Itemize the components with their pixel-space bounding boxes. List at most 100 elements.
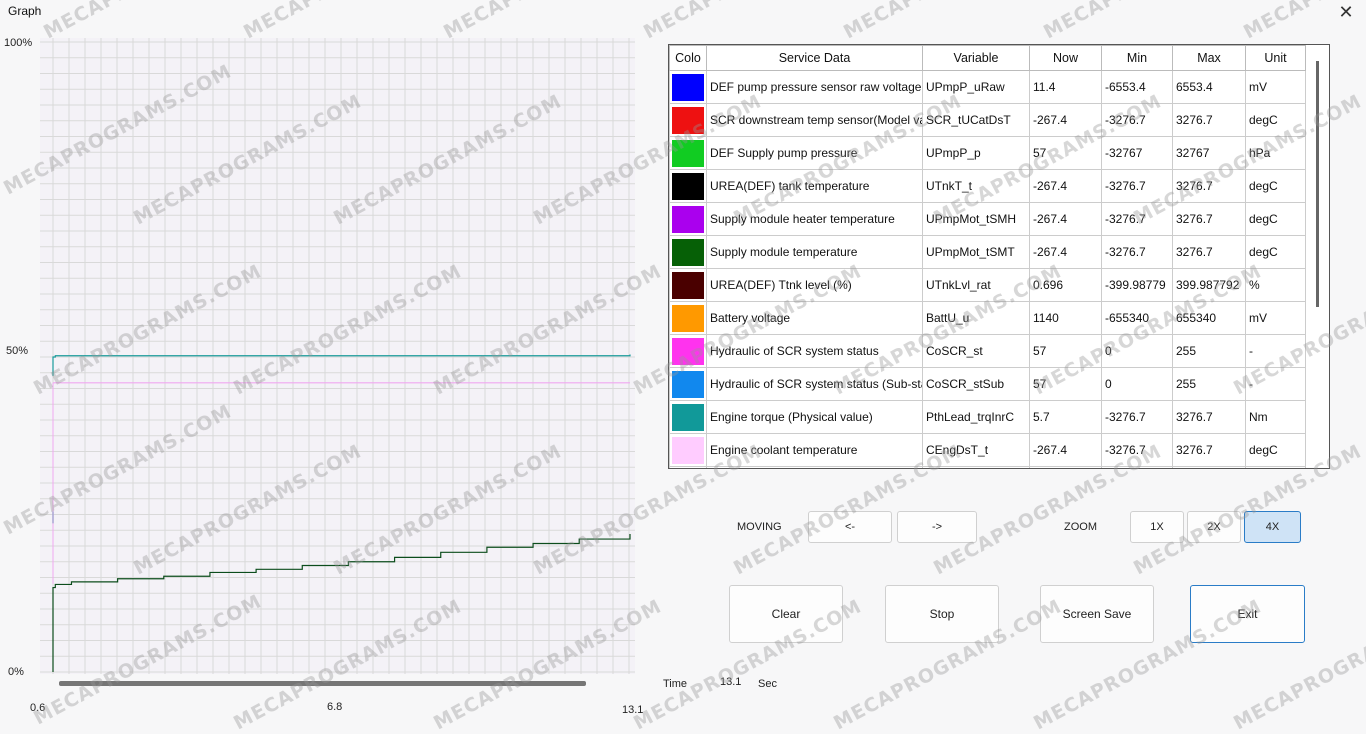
unit-cell: hPa xyxy=(1245,136,1306,170)
series-color-swatch[interactable] xyxy=(672,271,704,299)
max-cell: 3276.7 xyxy=(1172,400,1246,434)
unit-cell: degC xyxy=(1245,433,1306,467)
clear-button[interactable]: Clear xyxy=(729,585,843,643)
color-swatch-cell xyxy=(669,169,707,203)
series-color-swatch[interactable] xyxy=(672,370,704,398)
col-header-service-data[interactable]: Service Data xyxy=(706,45,923,71)
service-data-cell: DEF pump pressure sensor raw voltage xyxy=(706,70,923,104)
min-cell: -399.98779 xyxy=(1101,268,1173,302)
min-cell: -32767 xyxy=(1101,136,1173,170)
max-cell: 3276.7 xyxy=(1172,169,1246,203)
graph-plot-area xyxy=(40,38,635,674)
series-color-swatch[interactable] xyxy=(672,172,704,200)
color-swatch-cell xyxy=(669,70,707,104)
max-cell: 255 xyxy=(1172,334,1246,368)
exit-button[interactable]: Exit xyxy=(1190,585,1305,643)
min-cell: 0 xyxy=(1101,334,1173,368)
table-row[interactable]: DEF pump pressure sensor raw voltage UPmp… xyxy=(669,70,1306,104)
stop-button[interactable]: Stop xyxy=(885,585,999,643)
min-cell: 0 xyxy=(1101,367,1173,401)
unit-cell: % xyxy=(1245,268,1306,302)
table-row[interactable]: Engine torque (Physical value) PthLead_tr… xyxy=(669,400,1306,434)
max-cell: 399.987792 xyxy=(1172,268,1246,302)
series-color-swatch[interactable] xyxy=(672,73,704,101)
zoom-label: ZOOM xyxy=(1064,521,1097,533)
table-row[interactable]: Engine coolant temperature CEngDsT_t -267.… xyxy=(669,433,1306,467)
table-row[interactable]: UREA(DEF) tank temperature UTnkT_t -267.4-… xyxy=(669,169,1306,203)
graph-horizontal-scrollbar[interactable] xyxy=(59,681,586,686)
service-data-cell: Engine torque (Physical value) xyxy=(706,400,923,434)
series-color-swatch[interactable] xyxy=(672,403,704,431)
move-left-button[interactable]: <- xyxy=(808,511,892,543)
service-data-cell: UREA(DEF) tank temperature xyxy=(706,169,923,203)
x-tick-label: 6.8 xyxy=(327,701,343,713)
zoom-2x-button[interactable]: 2X xyxy=(1187,511,1241,543)
min-cell: -3276.7 xyxy=(1101,400,1173,434)
series-color-swatch[interactable] xyxy=(672,337,704,365)
color-swatch-cell xyxy=(669,466,707,468)
variable-cell: BattU_u xyxy=(922,301,1030,335)
series-color-swatch[interactable] xyxy=(672,304,704,332)
min-cell: -655340 xyxy=(1101,301,1173,335)
service-data-cell: DEF Supply pump pressure xyxy=(706,136,923,170)
series-color-swatch[interactable] xyxy=(672,139,704,167)
service-data-cell: Supply module heater temperature xyxy=(706,202,923,236)
unit-cell: mV xyxy=(1245,70,1306,104)
table-row[interactable]: Hydraulic of SCR system status CoSCR_st 57… xyxy=(669,334,1306,368)
max-cell: 3276.7 xyxy=(1172,235,1246,269)
y-tick-label: 100% xyxy=(4,37,33,49)
service-data-cell: UREA(DEF) Ttnk level (%) xyxy=(706,268,923,302)
table-vertical-scrollbar[interactable] xyxy=(1316,61,1319,307)
table-row[interactable]: Upstream NOx sensor dew point release st… xyxy=(669,466,1306,468)
series-color-swatch[interactable] xyxy=(672,436,704,464)
col-header-color[interactable]: Colo xyxy=(669,45,707,71)
service-data-cell: Hydraulic of SCR system status (Sub-stat… xyxy=(706,367,923,401)
max-cell: 255 xyxy=(1172,367,1246,401)
time-label: Time xyxy=(663,678,688,690)
unit-cell: - xyxy=(1245,466,1306,468)
max-cell: 3276.7 xyxy=(1172,103,1246,137)
table-row[interactable]: UREA(DEF) Ttnk level (%) UTnkLvl_rat 0.696… xyxy=(669,268,1306,302)
color-swatch-cell xyxy=(669,136,707,170)
max-cell: 3276.7 xyxy=(1172,202,1246,236)
move-right-button[interactable]: -> xyxy=(897,511,977,543)
unit-cell: degC xyxy=(1245,169,1306,203)
service-data-cell: SCR downstream temp sensor(Model value) xyxy=(706,103,923,137)
now-cell: -267.4 xyxy=(1029,169,1102,203)
series-color-swatch[interactable] xyxy=(672,205,704,233)
unit-cell: degC xyxy=(1245,103,1306,137)
col-header-unit[interactable]: Unit xyxy=(1245,45,1306,71)
table-row[interactable]: Supply module heater temperature UPmpMot_… xyxy=(669,202,1306,236)
col-header-variable[interactable]: Variable xyxy=(922,45,1030,71)
table-row[interactable]: Supply module temperature UPmpMot_tSMT -26… xyxy=(669,235,1306,269)
table-row[interactable]: Hydraulic of SCR system status (Sub-stat… xyxy=(669,367,1306,401)
x-tick-label: 13.1 xyxy=(622,704,644,716)
min-cell: -3276.7 xyxy=(1101,103,1173,137)
close-icon[interactable]: ✕ xyxy=(1336,2,1356,22)
screen-save-button[interactable]: Screen Save xyxy=(1040,585,1154,643)
service-data-cell: Supply module temperature xyxy=(706,235,923,269)
table-row[interactable]: DEF Supply pump pressure UPmpP_p 57 -32767 3… xyxy=(669,136,1306,170)
window-title: Graph xyxy=(8,4,42,18)
col-header-now[interactable]: Now xyxy=(1029,45,1102,71)
watermark-text: MECAPROGRAMS.COM xyxy=(1040,0,1275,43)
max-cell: 6553.4 xyxy=(1172,70,1246,104)
zoom-1x-button[interactable]: 1X xyxy=(1130,511,1184,543)
unit-cell: - xyxy=(1245,334,1306,368)
variable-cell: UPmpMot_tSMT xyxy=(922,235,1030,269)
min-cell: -3276.7 xyxy=(1101,202,1173,236)
color-swatch-cell xyxy=(669,202,707,236)
service-data-cell: Hydraulic of SCR system status xyxy=(706,334,923,368)
variable-cell: UTnkT_t xyxy=(922,169,1030,203)
series-color-swatch[interactable] xyxy=(672,106,704,134)
variable-cell: CEngDsT_t xyxy=(922,433,1030,467)
series-color-swatch[interactable] xyxy=(672,238,704,266)
zoom-4x-button[interactable]: 4X xyxy=(1244,511,1301,543)
variable-cell: UPmpP_uRaw xyxy=(922,70,1030,104)
table-row[interactable]: SCR downstream temp sensor(Model value) S… xyxy=(669,103,1306,137)
col-header-max[interactable]: Max xyxy=(1172,45,1246,71)
table-row[interactable]: Battery voltage BattU_u 1140 -655340 655340 m… xyxy=(669,301,1306,335)
now-cell: 5.7 xyxy=(1029,400,1102,434)
col-header-min[interactable]: Min xyxy=(1101,45,1173,71)
now-cell: -267.4 xyxy=(1029,202,1102,236)
